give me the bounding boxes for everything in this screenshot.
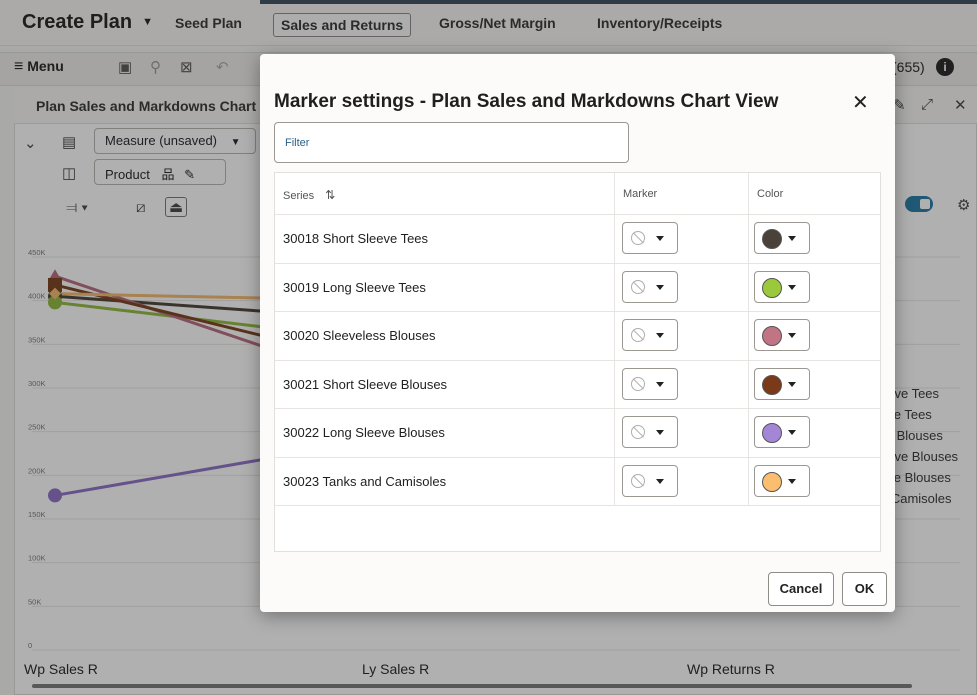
- series-row-label: 30023 Tanks and Camisoles: [283, 474, 447, 489]
- color-select[interactable]: [754, 319, 810, 351]
- series-header-label: Series: [283, 190, 315, 202]
- color-swatch: [762, 375, 782, 395]
- no-marker-icon: [631, 328, 645, 342]
- chevron-down-icon: [656, 382, 664, 387]
- series-row-label: 30020 Sleeveless Blouses: [283, 328, 436, 343]
- chevron-down-icon: [788, 430, 796, 435]
- chevron-down-icon: [656, 430, 664, 435]
- color-swatch: [762, 326, 782, 346]
- color-select[interactable]: [754, 271, 810, 303]
- row-divider: [275, 505, 880, 506]
- row-divider: [275, 214, 880, 215]
- series-row-label: 30021 Short Sleeve Blouses: [283, 377, 448, 392]
- chevron-down-icon: [788, 333, 796, 338]
- color-swatch: [762, 229, 782, 249]
- color-select[interactable]: [754, 222, 810, 254]
- color-swatch: [762, 472, 782, 492]
- color-select[interactable]: [754, 416, 810, 448]
- column-header-series[interactable]: Series ⇅: [283, 188, 335, 202]
- chevron-down-icon: [656, 333, 664, 338]
- chevron-down-icon: [788, 479, 796, 484]
- row-divider: [275, 457, 880, 458]
- chevron-down-icon: [656, 285, 664, 290]
- chevron-down-icon: [788, 382, 796, 387]
- marker-select[interactable]: [622, 416, 678, 448]
- no-marker-icon: [631, 474, 645, 488]
- marker-select[interactable]: [622, 319, 678, 351]
- row-divider: [275, 311, 880, 312]
- marker-select[interactable]: [622, 465, 678, 497]
- chevron-down-icon: [656, 236, 664, 241]
- color-select[interactable]: [754, 368, 810, 400]
- chevron-down-icon: [788, 285, 796, 290]
- filter-placeholder: Filter: [285, 137, 310, 149]
- marker-select[interactable]: [622, 222, 678, 254]
- color-swatch: [762, 278, 782, 298]
- row-divider: [275, 263, 880, 264]
- column-header-marker: Marker: [623, 188, 658, 200]
- sort-icon: ⇅: [325, 188, 336, 202]
- no-marker-icon: [631, 425, 645, 439]
- no-marker-icon: [631, 231, 645, 245]
- series-row-label: 30018 Short Sleeve Tees: [283, 231, 429, 246]
- marker-select[interactable]: [622, 368, 678, 400]
- no-marker-icon: [631, 377, 645, 391]
- dialog-title: Marker settings - Plan Sales and Markdow…: [274, 91, 779, 112]
- series-row-label: 30022 Long Sleeve Blouses: [283, 425, 445, 440]
- row-divider: [275, 360, 880, 361]
- ok-button[interactable]: OK: [842, 572, 887, 606]
- cancel-button[interactable]: Cancel: [768, 572, 834, 606]
- close-icon[interactable]: ✕: [852, 90, 869, 115]
- filter-input[interactable]: [274, 122, 629, 163]
- color-select[interactable]: [754, 465, 810, 497]
- chevron-down-icon: [788, 236, 796, 241]
- marker-select[interactable]: [622, 271, 678, 303]
- no-marker-icon: [631, 280, 645, 294]
- row-divider: [275, 408, 880, 409]
- color-swatch: [762, 423, 782, 443]
- series-row-label: 30019 Long Sleeve Tees: [283, 280, 426, 295]
- column-header-color: Color: [757, 188, 784, 200]
- chevron-down-icon: [656, 479, 664, 484]
